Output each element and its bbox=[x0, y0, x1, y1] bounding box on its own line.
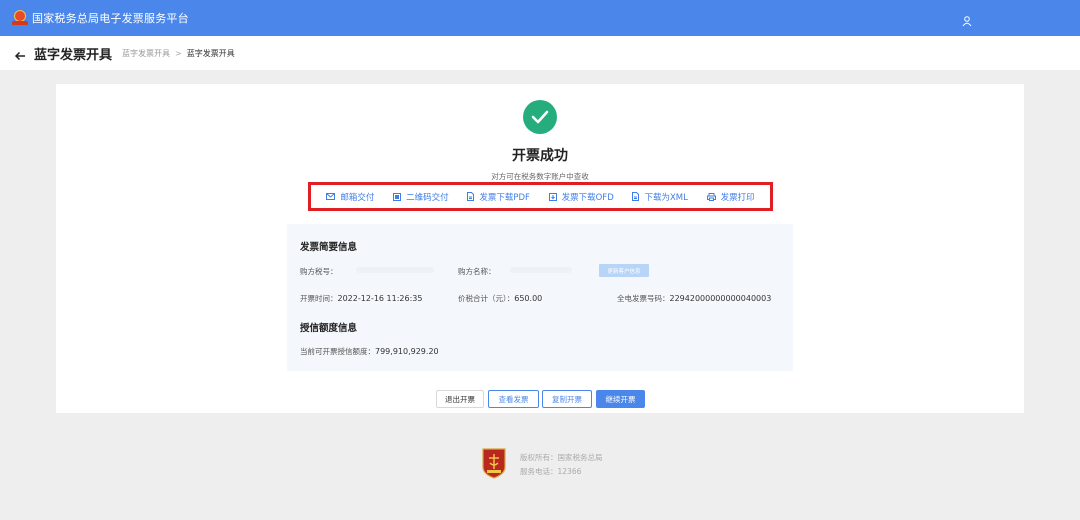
download-pdf-button[interactable]: 发票下载PDF bbox=[467, 191, 530, 203]
continue-invoicing-button[interactable]: 继续开票 bbox=[596, 390, 645, 408]
breadcrumb: 蓝字发票开具 > 蓝字发票开具 bbox=[122, 48, 235, 59]
buyer-name-label: 购方名称： bbox=[458, 267, 496, 276]
issue-time-value: 2022-12-16 11:26:35 bbox=[337, 294, 423, 303]
tax-emblem-icon bbox=[481, 447, 507, 479]
buyer-tax-no-value bbox=[356, 267, 434, 273]
user-icon[interactable] bbox=[961, 12, 973, 27]
qrcode-delivery-button[interactable]: 二维码交付 bbox=[393, 191, 449, 203]
exit-invoicing-button[interactable]: 退出开票 bbox=[436, 390, 484, 408]
credit-value: 799,910,929.20 bbox=[375, 347, 439, 356]
result-hint: 对方可在税务数字账户中查收 bbox=[491, 172, 589, 181]
mail-icon bbox=[326, 193, 336, 200]
total-value: 650.00 bbox=[514, 294, 543, 303]
download-ofd-label: 发票下载OFD bbox=[561, 192, 614, 203]
email-delivery-button[interactable]: 邮箱交付 bbox=[326, 191, 374, 203]
email-delivery-label: 邮箱交付 bbox=[340, 192, 375, 203]
download-ofd-button[interactable]: 发票下载OFD bbox=[548, 191, 614, 203]
tax-bureau-logo-icon bbox=[12, 10, 28, 26]
qrcode-delivery-label: 二维码交付 bbox=[406, 192, 449, 203]
arrow-left-icon[interactable] bbox=[14, 47, 26, 61]
issue-time-label: 开票时间： bbox=[300, 294, 338, 303]
credit-label: 当前可开票授信额度： bbox=[300, 347, 375, 356]
buyer-tax-no-label: 购方税号： bbox=[300, 267, 338, 276]
breadcrumb-item[interactable]: 蓝字发票开具 bbox=[122, 48, 170, 59]
result-title: 开票成功 bbox=[512, 148, 568, 164]
copy-invoice-button[interactable]: 复制开票 bbox=[542, 390, 592, 408]
document-icon bbox=[632, 192, 640, 201]
delivery-actions: 邮箱交付 二维码交付 发票下载PDF 发票下载OFD 下载为XML 发票打印 bbox=[308, 182, 773, 211]
total-row: 价税合计（元）：650.00 bbox=[458, 293, 542, 304]
page-title: 蓝字发票开具 bbox=[34, 47, 113, 63]
credit-row: 当前可开票授信额度：799,910,929.20 bbox=[300, 346, 439, 357]
document-icon bbox=[467, 192, 475, 201]
qrcode-icon bbox=[393, 192, 402, 201]
update-customer-button[interactable]: 更新客户信息 bbox=[599, 264, 649, 277]
printer-icon bbox=[706, 192, 716, 201]
download-icon bbox=[548, 192, 557, 201]
invoice-no-label: 全电发票号码： bbox=[617, 294, 670, 303]
invoice-no-value: 22942000000000040003 bbox=[669, 294, 772, 303]
print-invoice-button[interactable]: 发票打印 bbox=[706, 191, 755, 203]
credit-info-title: 授信额度信息 bbox=[300, 323, 358, 334]
page-header: 蓝字发票开具 蓝字发票开具 > 蓝字发票开具 bbox=[0, 36, 1080, 70]
view-invoice-button[interactable]: 查看发票 bbox=[488, 390, 539, 408]
total-label: 价税合计（元）： bbox=[458, 294, 515, 303]
invoice-no-row: 全电发票号码：22942000000000040003 bbox=[617, 293, 771, 304]
footer-phone: 服务电话：12366 bbox=[520, 467, 582, 476]
footer-copyright: 版权所有：国家税务总局 bbox=[520, 453, 603, 462]
issue-time-row: 开票时间：2022-12-16 11:26:35 bbox=[300, 293, 422, 304]
download-xml-label: 下载为XML bbox=[644, 192, 688, 203]
buyer-name-value bbox=[510, 267, 572, 273]
breadcrumb-separator: > bbox=[175, 48, 182, 58]
download-xml-button[interactable]: 下载为XML bbox=[632, 191, 688, 203]
download-pdf-label: 发票下载PDF bbox=[479, 192, 530, 203]
breadcrumb-current: 蓝字发票开具 bbox=[186, 48, 235, 58]
print-invoice-label: 发票打印 bbox=[720, 192, 755, 203]
invoice-summary-title: 发票简要信息 bbox=[300, 242, 358, 253]
top-bar: 国家税务总局电子发票服务平台 bbox=[0, 0, 1080, 36]
check-circle-icon bbox=[523, 100, 557, 134]
app-title: 国家税务总局电子发票服务平台 bbox=[32, 12, 189, 25]
